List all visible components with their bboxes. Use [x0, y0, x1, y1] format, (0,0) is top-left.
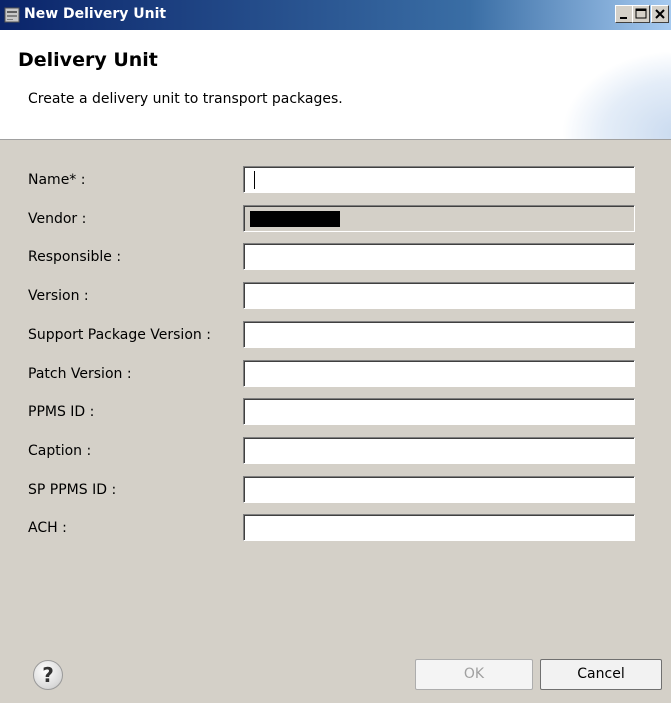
close-icon [655, 9, 665, 19]
dialog-header: Delivery Unit Create a delivery unit to … [0, 30, 671, 140]
sp-ppms-id-label: SP PPMS ID : [28, 482, 117, 498]
redacted-value [250, 211, 340, 227]
version-input[interactable] [243, 282, 635, 309]
field-row-ach: ACH : [0, 514, 671, 542]
help-button[interactable]: ? [33, 660, 63, 690]
ok-button[interactable]: OK [415, 659, 533, 690]
header-decoration [561, 50, 671, 139]
window-title: New Delivery Unit [24, 6, 167, 22]
ppms-id-label: PPMS ID : [28, 404, 95, 420]
ppms-id-input[interactable] [243, 398, 635, 425]
title-bar[interactable]: New Delivery Unit [0, 0, 671, 30]
vendor-label: Vendor : [28, 211, 87, 227]
field-row-vendor: Vendor : [0, 205, 671, 233]
responsible-input[interactable] [243, 243, 635, 270]
name-input[interactable] [243, 166, 635, 193]
field-row-version: Version : [0, 282, 671, 310]
header-description: Create a delivery unit to transport pack… [28, 91, 343, 107]
caption-label: Caption : [28, 443, 92, 459]
minimize-icon [620, 17, 627, 19]
patch-version-label: Patch Version : [28, 366, 132, 382]
caption-input[interactable] [243, 437, 635, 464]
sp-ppms-id-input[interactable] [243, 476, 635, 503]
text-caret [254, 171, 255, 189]
support-package-version-label: Support Package Version : [28, 327, 211, 343]
support-package-version-input[interactable] [243, 321, 635, 348]
vendor-input [243, 205, 635, 232]
field-row-support-package-version: Support Package Version : [0, 321, 671, 349]
field-row-name: Name* : [0, 166, 671, 194]
field-row-responsible: Responsible : [0, 243, 671, 271]
ach-label: ACH : [28, 520, 67, 536]
ach-input[interactable] [243, 514, 635, 541]
close-button[interactable] [651, 5, 669, 23]
patch-version-input[interactable] [243, 360, 635, 387]
header-title: Delivery Unit [18, 49, 158, 71]
question-mark-icon: ? [42, 663, 54, 687]
dialog-app-icon [4, 7, 20, 23]
field-row-ppms-id: PPMS ID : [0, 398, 671, 426]
new-delivery-unit-dialog: New Delivery Unit Delivery Unit Create a… [0, 0, 671, 703]
field-row-sp-ppms-id: SP PPMS ID : [0, 476, 671, 504]
cancel-button[interactable]: Cancel [540, 659, 662, 690]
field-row-patch-version: Patch Version : [0, 360, 671, 388]
minimize-button[interactable] [615, 5, 633, 23]
maximize-button[interactable] [632, 5, 650, 23]
maximize-icon [635, 8, 647, 19]
version-label: Version : [28, 288, 89, 304]
name-label: Name* : [28, 172, 86, 188]
field-row-caption: Caption : [0, 437, 671, 465]
responsible-label: Responsible : [28, 249, 122, 265]
